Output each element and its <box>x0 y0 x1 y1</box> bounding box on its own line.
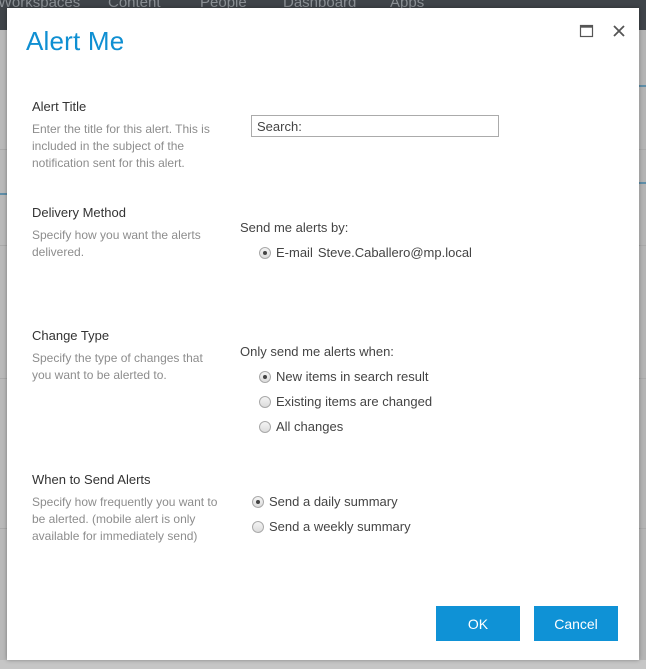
radio-button-icon[interactable] <box>259 420 271 433</box>
alert-title-input[interactable] <box>251 115 499 137</box>
background-divider <box>639 85 646 87</box>
change-type-label: Change Type <box>32 328 110 343</box>
background-divider <box>639 182 646 184</box>
close-icon <box>613 25 625 37</box>
radio-weekly-summary-label: Send a weekly summary <box>269 519 411 534</box>
radio-button-checked-icon[interactable] <box>252 495 264 508</box>
radio-daily-summary-label: Send a daily summary <box>269 494 398 509</box>
cancel-button[interactable]: Cancel <box>534 606 618 641</box>
background-page-bottom <box>0 660 646 669</box>
radio-button-checked-icon[interactable] <box>259 246 271 259</box>
delivery-method-description: Specify how you want the alerts delivere… <box>32 228 201 259</box>
dialog-title: Alert Me <box>26 26 125 56</box>
delivery-method-label: Delivery Method <box>32 205 126 220</box>
background-divider <box>639 149 646 150</box>
radio-email-label: E-mail <box>276 245 313 260</box>
radio-all-changes[interactable]: All changes <box>259 419 343 434</box>
radio-new-items[interactable]: New items in search result <box>259 369 428 384</box>
radio-button-icon[interactable] <box>259 395 271 408</box>
background-divider <box>639 528 646 529</box>
ok-button[interactable]: OK <box>436 606 520 641</box>
radio-button-checked-icon[interactable] <box>259 370 271 383</box>
background-divider <box>639 245 646 246</box>
radio-email[interactable]: E-mail Steve.Caballero@mp.local <box>259 245 472 260</box>
change-type-description: Specify the type of changes that you wan… <box>32 351 203 382</box>
when-to-send-description: Specify how frequently you want to be al… <box>32 495 218 543</box>
radio-daily-summary[interactable]: Send a daily summary <box>252 494 398 509</box>
maximize-button[interactable] <box>577 21 597 41</box>
alert-title-description: Enter the title for this alert. This is … <box>32 122 210 170</box>
background-divider <box>639 378 646 379</box>
alert-title-label: Alert Title <box>32 99 87 114</box>
radio-existing-items-changed[interactable]: Existing items are changed <box>259 394 432 409</box>
delivery-method-prompt: Send me alerts by: <box>240 220 349 235</box>
email-address: Steve.Caballero@mp.local <box>317 245 472 260</box>
radio-new-items-label: New items in search result <box>276 369 429 384</box>
radio-weekly-summary[interactable]: Send a weekly summary <box>252 519 411 534</box>
maximize-icon <box>579 24 594 38</box>
radio-button-icon[interactable] <box>252 520 264 533</box>
radio-existing-items-label: Existing items are changed <box>276 394 433 409</box>
radio-all-changes-label: All changes <box>276 419 344 434</box>
alert-me-dialog: Alert Me Alert Title Enter the title for… <box>7 8 639 660</box>
close-button[interactable] <box>609 21 629 41</box>
background-page-right <box>640 30 646 660</box>
when-to-send-label: When to Send Alerts <box>32 472 151 487</box>
change-type-prompt: Only send me alerts when: <box>240 344 394 359</box>
